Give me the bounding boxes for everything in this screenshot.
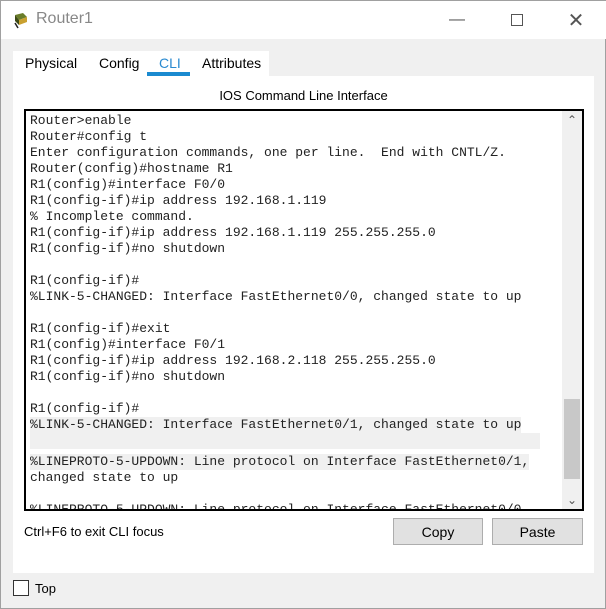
maximize-icon bbox=[511, 14, 523, 26]
terminal-scrollbar[interactable]: ⌃ ⌄ bbox=[562, 111, 582, 509]
minimize-button[interactable]: — bbox=[437, 7, 477, 33]
tab-cli[interactable]: CLI bbox=[159, 55, 181, 71]
top-checkbox[interactable] bbox=[13, 580, 29, 596]
terminal-line: R1(config-if)#no shutdown bbox=[30, 369, 226, 384]
top-checkbox-label: Top bbox=[35, 581, 56, 596]
terminal-line: %LINEPROTO-5-UPDOWN: Line protocol on In… bbox=[30, 502, 530, 511]
terminal-line: Enter configuration commands, one per li… bbox=[30, 145, 506, 160]
scrollbar-thumb[interactable] bbox=[564, 399, 580, 479]
terminal-line: R1(config)#interface F0/1 bbox=[30, 337, 226, 352]
copy-button[interactable]: Copy bbox=[393, 518, 483, 545]
close-icon: ✕ bbox=[567, 9, 585, 32]
tab-config[interactable]: Config bbox=[99, 55, 139, 71]
terminal-line: R1(config-if)#exit bbox=[30, 321, 171, 336]
terminal-line: %LINEPROTO-5-UPDOWN: Line protocol on In… bbox=[30, 454, 530, 470]
terminal-line: R1(config-if)#no shutdown bbox=[30, 241, 226, 256]
terminal-line: %LINK-5-CHANGED: Interface FastEthernet0… bbox=[30, 289, 522, 304]
minimize-icon: — bbox=[449, 11, 465, 28]
terminal-line: R1(config-if)#ip address 192.168.2.118 2… bbox=[30, 353, 436, 368]
title-bar: Router1 — ✕ bbox=[1, 1, 606, 39]
maximize-button[interactable] bbox=[497, 7, 537, 33]
terminal-line bbox=[30, 433, 540, 449]
scroll-up-icon[interactable]: ⌃ bbox=[562, 113, 582, 127]
cli-terminal[interactable]: Router>enable Router#config t Enter config… bbox=[24, 109, 584, 511]
terminal-output: Router>enable Router#config t Enter config… bbox=[30, 113, 560, 511]
tab-attributes[interactable]: Attributes bbox=[202, 55, 261, 71]
tab-physical[interactable]: Physical bbox=[25, 55, 77, 71]
scroll-down-icon[interactable]: ⌄ bbox=[562, 493, 582, 507]
paste-button[interactable]: Paste bbox=[492, 518, 583, 545]
terminal-line: Router(config)#hostname R1 bbox=[30, 161, 233, 176]
terminal-line: %LINK-5-CHANGED: Interface FastEthernet0… bbox=[30, 417, 522, 433]
router-app-icon bbox=[14, 13, 27, 29]
window-title: Router1 bbox=[36, 10, 93, 27]
active-tab-indicator bbox=[147, 72, 190, 76]
terminal-line: changed state to up bbox=[30, 470, 179, 485]
terminal-line: R1(config-if)#ip address 192.168.1.119 2… bbox=[30, 225, 436, 240]
close-button[interactable]: ✕ bbox=[556, 7, 596, 33]
terminal-line: R1(config-if)# bbox=[30, 401, 140, 416]
terminal-line: R1(config)#interface F0/0 bbox=[30, 177, 226, 192]
cli-focus-hint: Ctrl+F6 to exit CLI focus bbox=[24, 524, 164, 539]
terminal-line: R1(config-if)# bbox=[30, 273, 140, 288]
tab-bar: Physical Config CLI Attributes bbox=[13, 51, 269, 77]
terminal-line: R1(config-if)#ip address 192.168.1.119 bbox=[30, 193, 327, 208]
panel-title: IOS Command Line Interface bbox=[219, 88, 388, 103]
terminal-line: % Incomplete command. bbox=[30, 209, 194, 224]
terminal-line: Router>enable bbox=[30, 113, 132, 128]
terminal-line: Router#config t bbox=[30, 129, 148, 144]
